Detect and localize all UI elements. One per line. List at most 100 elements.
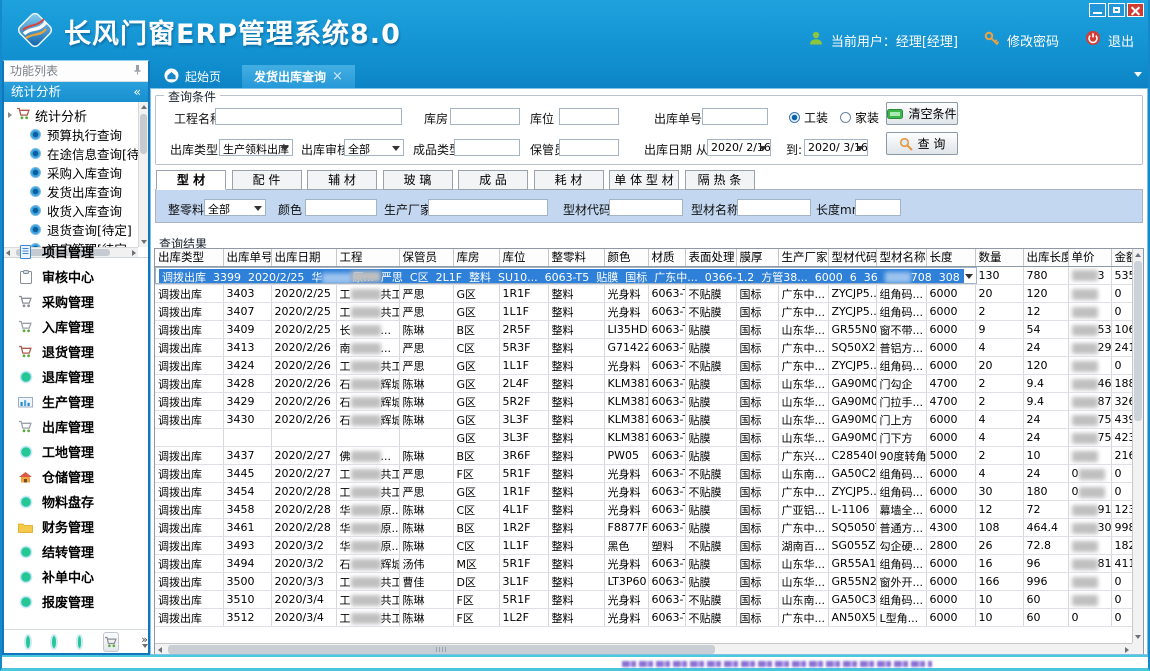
green-circle-icon[interactable] [78,636,82,648]
tree-item[interactable]: 退货查询[待定] [8,220,136,239]
clear-conditions-button[interactable]: 清空条件 [886,102,958,125]
tree-item[interactable]: 发货出库查询 [8,182,136,201]
sidebar-item-采购管理[interactable]: 采购管理 [4,289,148,314]
table-row[interactable]: 调拨出库34612020/2/28华原...陈琳B区1R2F整料F8877FT6… [155,519,1142,537]
table-row[interactable]: 调拨出库34582020/2/28华原...陈琳C区4L1F整料光身料6063-… [155,501,1142,519]
table-row[interactable]: 调拨出库35102020/3/4工共工程陈琳F区5R1F整料光身料6063-T5… [155,591,1142,609]
minimize-button[interactable] [1089,3,1106,17]
column-header[interactable]: 库位 [499,249,548,266]
sidebar-item-项目管理[interactable]: 项目管理 [4,239,148,264]
table-row[interactable]: 调拨出库34032020/2/25工共工程严思G区1R1F整料光身料6063-T… [155,285,1142,303]
column-header[interactable]: 数量 [975,249,1023,266]
profile-name-input[interactable] [737,199,811,216]
sidebar-item-补单中心[interactable]: 补单中心 [4,564,148,589]
table-row[interactable]: 调拨出库34302020/2/26石辉城陈琳G区3L3F整料KLM3817606… [155,411,1142,429]
cart-button[interactable] [103,632,119,652]
column-header[interactable]: 出库日期 [271,249,336,266]
factory-input[interactable] [428,199,548,216]
sidebar-item-物料盘存[interactable]: 物料盘存 [4,489,148,514]
table-row[interactable]: G区3L3F整料KLM38176063-T5贴膜国标山东华...GA90M09.… [155,429,1142,447]
radio-jiazhuang[interactable]: 家装 [840,109,879,126]
column-header[interactable]: 长度 [926,249,975,266]
table-row[interactable]: 调拨出库34132020/2/26南...严思C区5R3F整料G71422606… [155,339,1142,357]
column-header[interactable]: 膜厚 [736,249,778,266]
sidebar-item-财务管理[interactable]: 财务管理 [4,514,148,539]
material-tab-2[interactable]: 辅 材 [307,170,377,190]
change-password-link[interactable]: 修改密码 [1007,31,1059,50]
column-header[interactable]: 出库单号 [223,249,271,266]
outbound-type-select[interactable]: 生产领料出库 [219,139,293,156]
pin-icon[interactable] [133,61,142,81]
length-input[interactable] [855,199,901,216]
tab-close-icon[interactable]: × [332,69,343,84]
close-button[interactable] [1127,3,1144,17]
tree-root[interactable]: 统计分析 [8,105,136,125]
tab-home[interactable]: 起始页 [152,65,233,88]
column-header[interactable]: 表面处理 [685,249,736,266]
material-tab-1[interactable]: 配 件 [232,170,302,190]
product-type-input[interactable] [454,139,520,156]
tree-vertical-scrollbar[interactable] [138,102,148,247]
material-tab-4[interactable]: 成 品 [458,170,528,190]
column-header[interactable]: 材质 [648,249,685,266]
sidebar-item-出库管理[interactable]: 出库管理 [4,414,148,439]
material-tab-5[interactable]: 耗 材 [534,170,604,190]
green-circle-icon[interactable] [26,636,30,648]
column-header[interactable]: 出库长度 [1023,249,1068,266]
warehouse-input[interactable] [450,108,520,125]
column-header[interactable]: 型材代码 [828,249,876,266]
green-circle-icon[interactable] [52,636,56,648]
keeper-input[interactable] [559,139,619,156]
tree-item[interactable]: 收货入库查询 [8,201,136,220]
order-no-input[interactable] [702,108,768,125]
table-row[interactable]: 调拨出库34542020/2/28工共工程严思G区1R1F整料光身料6063-T… [155,483,1142,501]
audit-select[interactable]: 全部 [344,139,404,156]
column-header[interactable]: 保管员 [399,249,453,266]
sidebar-item-退库管理[interactable]: 退库管理 [4,364,148,389]
sidebar-item-入库管理[interactable]: 入库管理 [4,314,148,339]
maximize-button[interactable] [1108,3,1125,17]
project-name-input[interactable] [215,108,402,125]
sidebar-item-生产管理[interactable]: 生产管理 [4,389,148,414]
tree-item[interactable]: 预算执行查询 [8,125,136,144]
table-row[interactable]: 调拨出库34942020/3/2石辉城汤伟M区5R1F整料光身料6063-T5贴… [155,555,1142,573]
table-row[interactable]: 调拨出库34242020/2/26工共工程严思G区1L1F整料光身料6063-T… [155,357,1142,375]
search-button[interactable]: 查 询 [886,132,958,155]
table-row[interactable]: 调拨出库34092020/2/25长...陈琳B区2R5F整料LI35HD606… [155,321,1142,339]
sidebar-item-工地管理[interactable]: 工地管理 [4,439,148,464]
column-header[interactable]: 工程 [336,249,399,266]
material-tab-3[interactable]: 玻 璃 [383,170,453,190]
column-header[interactable]: 生产厂家 [778,249,828,266]
color-input[interactable] [305,199,377,216]
sidebar-item-结转管理[interactable]: 结转管理 [4,539,148,564]
location-input[interactable] [559,108,619,125]
radio-gongzhuang[interactable]: 工装 [789,109,828,126]
table-horizontal-scrollbar[interactable] [155,643,1132,655]
profile-code-input[interactable] [609,199,683,216]
sidebar-item-报废管理[interactable]: 报废管理 [4,589,148,614]
table-row[interactable]: 调拨出库35122020/3/4工共工程陈琳F区1L2F整料光身料6063-T5… [155,609,1142,627]
tab-list-dropdown-icon[interactable] [1134,72,1142,77]
table-row[interactable]: 调拨出库34292020/2/26石辉城陈琳G区5R2F整料KLM3817606… [155,393,1142,411]
material-tab-0[interactable]: 型 材 [156,170,226,190]
table-vertical-scrollbar[interactable] [1132,249,1143,643]
table-row[interactable]: 调拨出库34932020/3/2华原...陈琳C区1L1F整料黑色塑料不贴膜国标… [155,537,1142,555]
date-to-picker[interactable]: 2020/ 3/16 [804,139,868,156]
sidebar-item-仓储管理[interactable]: 仓储管理 [4,464,148,489]
column-header[interactable]: 型材名称 [876,249,926,266]
table-row[interactable]: 调拨出库34372020/2/27佛...陈琳B区3R6F整料PW056063-… [155,447,1142,465]
tab-shipment-outbound-query[interactable]: 发货出库查询 × [242,65,355,88]
material-tab-6[interactable]: 单 体 型 材 [609,170,679,190]
tree-item[interactable]: 采购入库查询 [8,163,136,182]
column-header[interactable]: 单价 [1068,249,1111,266]
whole-part-select[interactable]: 全部 [204,199,266,216]
tree-item[interactable]: 在途信息查询[待 [8,144,136,163]
table-row[interactable]: 调拨出库34282020/2/26石辉城陈琳G区2L4F整料KLM3817606… [155,375,1142,393]
sidebar-item-退货管理[interactable]: 退货管理 [4,339,148,364]
column-header[interactable]: 整零料 [548,249,604,266]
table-row[interactable]: 调拨出库33992020/2/25华原...严思C区2L1F整料SU10...6… [155,267,977,284]
collapse-icon[interactable]: « [133,82,141,102]
table-row[interactable]: 调拨出库34072020/2/25工共工程严思G区1L1F整料光身料6063-T… [155,303,1142,321]
more-buttons-chevron[interactable]: » [141,636,148,648]
material-tab-7[interactable]: 隔 热 条 [685,170,755,190]
